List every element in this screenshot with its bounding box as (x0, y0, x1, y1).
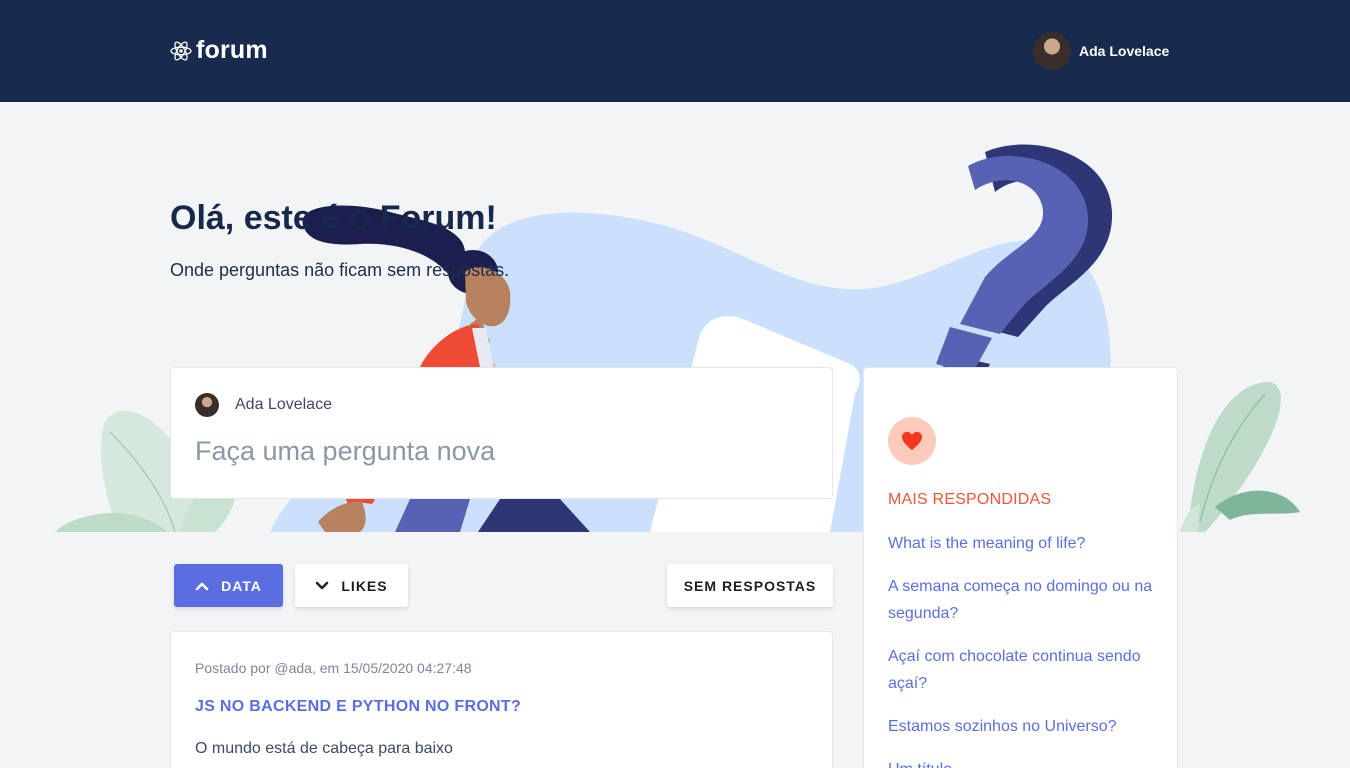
user-name: Ada Lovelace (1079, 43, 1170, 59)
sort-by-date-label: DATA (221, 577, 262, 594)
sort-by-likes-button[interactable]: LIKES (295, 564, 408, 607)
hero-subtitle: Onde perguntas não ficam sem respostas. (170, 260, 510, 280)
navbar: forum Ada Lovelace (0, 0, 1350, 102)
new-question-card: Ada Lovelace (170, 367, 833, 499)
most-answered-item[interactable]: Um título (888, 756, 1163, 768)
heart-badge (888, 417, 936, 465)
post-title-link[interactable]: JS NO BACKEND E PYTHON NO FRONT? (195, 698, 521, 716)
sort-by-date-button[interactable]: DATA (174, 564, 283, 607)
most-answered-item[interactable]: Açaí com chocolate continua sendo açaí? (888, 643, 1163, 697)
sidebar-title: MAIS RESPONDIDAS (888, 491, 1052, 508)
most-answered-list: What is the meaning of life? A semana co… (888, 530, 1163, 768)
new-question-input[interactable] (195, 436, 795, 467)
sort-by-likes-label: LIKES (341, 577, 388, 594)
heart-icon (902, 431, 922, 451)
most-answered-sidebar: MAIS RESPONDIDAS What is the meaning of … (863, 367, 1178, 768)
avatar (195, 393, 219, 417)
most-answered-item[interactable]: Estamos sozinhos no Universo? (888, 713, 1163, 740)
react-atom-icon (170, 40, 192, 61)
new-question-author: Ada Lovelace (195, 393, 332, 417)
most-answered-item[interactable]: What is the meaning of life? (888, 530, 1163, 557)
most-answered-item[interactable]: A semana começa no domingo ou na segunda… (888, 573, 1163, 627)
avatar (1033, 32, 1071, 70)
filter-unanswered-label: SEM RESPOSTAS (683, 577, 817, 594)
author-name: Ada Lovelace (235, 396, 332, 413)
brand-name: forum (196, 36, 268, 64)
post-meta: Postado por @ada, em 15/05/2020 04:27:48 (195, 660, 472, 676)
chevron-up-icon (195, 582, 209, 590)
filter-unanswered-button[interactable]: SEM RESPOSTAS (667, 564, 833, 607)
post-body: O mundo está de cabeça para baixo (195, 740, 453, 757)
brand-logo[interactable]: forum (170, 36, 268, 65)
user-menu[interactable]: Ada Lovelace (1033, 32, 1169, 70)
chevron-down-icon (316, 581, 329, 589)
hero-title: Olá, este é o Forum! (170, 199, 497, 237)
post-card[interactable]: Postado por @ada, em 15/05/2020 04:27:48… (170, 631, 833, 768)
